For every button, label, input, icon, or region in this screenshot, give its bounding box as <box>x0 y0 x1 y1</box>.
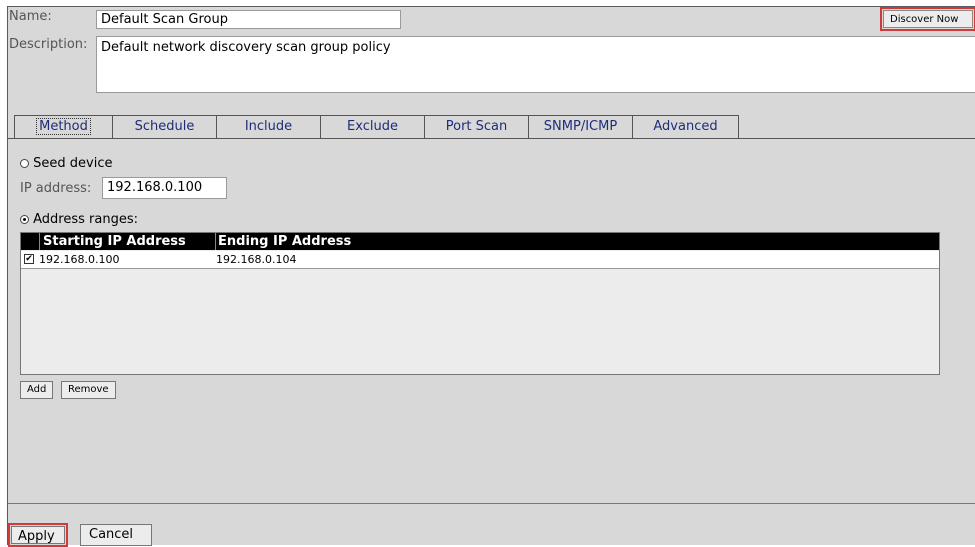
header-ending-ip[interactable]: Ending IP Address <box>215 233 939 250</box>
address-ranges-radio[interactable] <box>20 215 29 224</box>
ip-address-label: IP address: <box>20 181 92 196</box>
scan-group-panel: Name: Default Scan Group Discover Now De… <box>7 6 975 547</box>
tab-schedule[interactable]: Schedule <box>113 115 217 139</box>
tab-exclude[interactable]: Exclude <box>321 115 425 139</box>
header-checkbox-cell <box>21 233 38 250</box>
row-ending-ip: 192.168.0.104 <box>216 253 297 266</box>
seed-device-label: Seed device <box>33 156 113 171</box>
apply-button[interactable]: Apply <box>11 526 65 544</box>
seed-device-option[interactable]: Seed device <box>20 156 112 171</box>
name-label: Name: <box>9 9 52 24</box>
tab-advanced[interactable]: Advanced <box>633 115 739 139</box>
table-row[interactable]: ✔ 192.168.0.100 192.168.0.104 <box>21 251 939 269</box>
header-starting-ip[interactable]: Starting IP Address <box>39 233 214 250</box>
cancel-button[interactable]: Cancel <box>80 524 152 546</box>
tab-baseline-left <box>8 138 14 139</box>
tab-method[interactable]: Method <box>14 115 113 139</box>
name-field[interactable]: Default Scan Group <box>96 10 401 29</box>
tab-snmp-icmp[interactable]: SNMP/ICMP <box>529 115 633 139</box>
discover-now-button[interactable]: Discover Now <box>883 10 973 28</box>
remove-button[interactable]: Remove <box>61 381 116 399</box>
row-starting-ip: 192.168.0.100 <box>39 253 120 266</box>
footer-divider <box>8 503 975 504</box>
tab-include[interactable]: Include <box>217 115 321 139</box>
address-ranges-option[interactable]: Address ranges: <box>20 212 138 227</box>
tab-baseline-right <box>113 138 975 139</box>
add-button[interactable]: Add <box>20 381 54 399</box>
row-checkbox[interactable]: ✔ <box>24 254 34 264</box>
address-ranges-label: Address ranges: <box>33 212 138 227</box>
discover-now-highlight: Discover Now <box>880 7 975 31</box>
seed-device-radio[interactable] <box>20 159 29 168</box>
tab-port-scan[interactable]: Port Scan <box>425 115 529 139</box>
ip-address-field[interactable]: 192.168.0.100 <box>102 177 227 199</box>
table-header: Starting IP Address Ending IP Address <box>21 233 939 250</box>
description-field[interactable]: Default network discovery scan group pol… <box>96 36 975 93</box>
description-label: Description: <box>9 37 88 52</box>
address-ranges-table: Starting IP Address Ending IP Address ✔ … <box>20 232 940 375</box>
tab-bar: Method Schedule Include Exclude Port Sca… <box>14 115 739 139</box>
apply-highlight: Apply <box>8 523 68 547</box>
